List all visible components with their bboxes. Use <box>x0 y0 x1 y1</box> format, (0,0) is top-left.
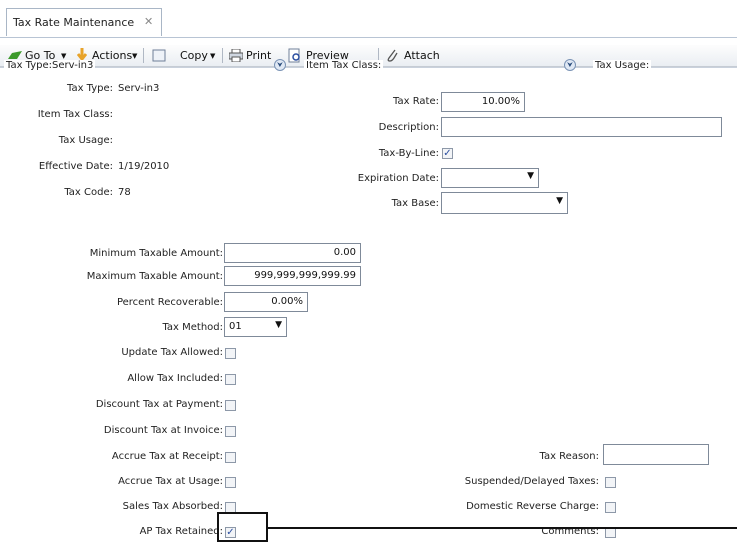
update-tax-allowed-label: Update Tax Allowed: <box>121 347 223 358</box>
allow-tax-included-checkbox[interactable] <box>225 374 236 385</box>
tax-method-select[interactable]: 01 ▼ <box>224 317 287 337</box>
tax-rate-label: Tax Rate: <box>393 96 439 107</box>
group-header-item-tax-class: Item Tax Class: <box>304 60 384 71</box>
ap-tax-retained-label: AP Tax Retained: <box>139 526 223 537</box>
discount-tax-at-invoice-checkbox[interactable] <box>225 426 236 437</box>
tax-type-label: Tax Type: <box>66 83 113 94</box>
discount-tax-at-invoice-label: Discount Tax at Invoice: <box>103 425 223 436</box>
group-header-tax-usage: Tax Usage: <box>593 60 652 71</box>
tab-tax-rate-maintenance[interactable]: Tax Rate Maintenance ✕ <box>6 8 162 36</box>
domestic-reverse-charge-label: Domestic Reverse Charge: <box>466 501 599 512</box>
toolbar-separator <box>143 48 144 63</box>
discount-tax-at-payment-checkbox[interactable] <box>225 400 236 411</box>
min-taxable-amount-label: Minimum Taxable Amount: <box>89 248 223 259</box>
domestic-reverse-charge-checkbox[interactable] <box>605 502 616 513</box>
accrue-tax-at-usage-label: Accrue Tax at Usage: <box>118 476 223 487</box>
actions-dropdown-icon[interactable]: ▼ <box>132 52 137 60</box>
tax-code-value: 78 <box>118 187 131 198</box>
tax-method-dropdown-icon[interactable]: ▼ <box>275 320 282 330</box>
toolbar-separator <box>222 48 223 63</box>
accrue-tax-at-receipt-label: Accrue Tax at Receipt: <box>111 451 223 462</box>
max-taxable-amount-input[interactable]: 999,999,999,999.99 <box>224 266 361 286</box>
expand-item-tax-class-icon[interactable]: ⮟ <box>564 59 576 71</box>
tax-base-select[interactable]: ▼ <box>441 192 568 214</box>
tax-code-label: Tax Code: <box>64 187 113 198</box>
sales-tax-absorbed-label: Sales Tax Absorbed: <box>122 501 223 512</box>
actions-button[interactable]: Actions <box>92 49 132 62</box>
go-to-icon <box>8 51 22 59</box>
percent-recoverable-input[interactable]: 0.00% <box>224 292 308 312</box>
suspended-delayed-taxes-label: Suspended/Delayed Taxes: <box>464 476 599 487</box>
go-to-dropdown-icon[interactable]: ▼ <box>61 52 66 60</box>
preview-icon <box>288 48 301 63</box>
expiration-date-dropdown-icon[interactable]: ▼ <box>527 171 534 181</box>
highlight-box <box>217 512 268 542</box>
tax-method-value: 01 <box>229 321 242 332</box>
tax-reason-input[interactable] <box>603 444 709 465</box>
tax-method-label: Tax Method: <box>162 322 223 333</box>
tax-base-label: Tax Base: <box>391 198 439 209</box>
paperclip-icon <box>386 48 398 63</box>
accrue-tax-at-receipt-checkbox[interactable] <box>225 452 236 463</box>
tax-rate-input[interactable]: 10.00% <box>441 92 525 112</box>
tax-usage-label: Tax Usage: <box>58 135 113 146</box>
tab-title: Tax Rate Maintenance <box>13 16 135 29</box>
description-label: Description: <box>378 122 439 133</box>
printer-icon <box>228 48 244 63</box>
discount-tax-at-payment-label: Discount Tax at Payment: <box>95 399 223 410</box>
copy-icon <box>152 49 166 62</box>
item-tax-class-label: Item Tax Class: <box>37 109 113 120</box>
callout-line <box>268 527 737 529</box>
group-header-tax-type: Tax Type:Serv-in3 <box>4 60 96 71</box>
check-icon: ✓ <box>443 148 452 159</box>
copy-dropdown-icon[interactable]: ▼ <box>210 52 215 60</box>
tax-base-dropdown-icon[interactable]: ▼ <box>556 196 563 206</box>
min-taxable-amount-input[interactable]: 0.00 <box>224 243 361 263</box>
tax-by-line-label: Tax-By-Line: <box>378 148 439 159</box>
attach-button[interactable]: Attach <box>404 49 440 62</box>
tax-type-value: Serv-in3 <box>118 83 160 94</box>
close-icon[interactable]: ✕ <box>144 15 153 28</box>
expiration-date-input[interactable]: ▼ <box>441 168 539 188</box>
allow-tax-included-label: Allow Tax Included: <box>127 373 223 384</box>
effective-date-value: 1/19/2010 <box>118 161 170 172</box>
update-tax-allowed-checkbox[interactable] <box>225 348 236 359</box>
print-button[interactable]: Print <box>246 49 271 62</box>
max-taxable-amount-label: Maximum Taxable Amount: <box>86 271 223 282</box>
expand-tax-type-icon[interactable]: ⮟ <box>274 59 286 71</box>
tax-reason-label: Tax Reason: <box>539 451 600 462</box>
description-input[interactable] <box>441 117 722 137</box>
copy-button[interactable]: Copy <box>180 49 208 62</box>
effective-date-label: Effective Date: <box>38 161 113 172</box>
suspended-delayed-taxes-checkbox[interactable] <box>605 477 616 488</box>
accrue-tax-at-usage-checkbox[interactable] <box>225 477 236 488</box>
expiration-date-label: Expiration Date: <box>357 173 439 184</box>
tax-by-line-checkbox[interactable]: ✓ <box>442 148 453 159</box>
percent-recoverable-label: Percent Recoverable: <box>116 297 223 308</box>
